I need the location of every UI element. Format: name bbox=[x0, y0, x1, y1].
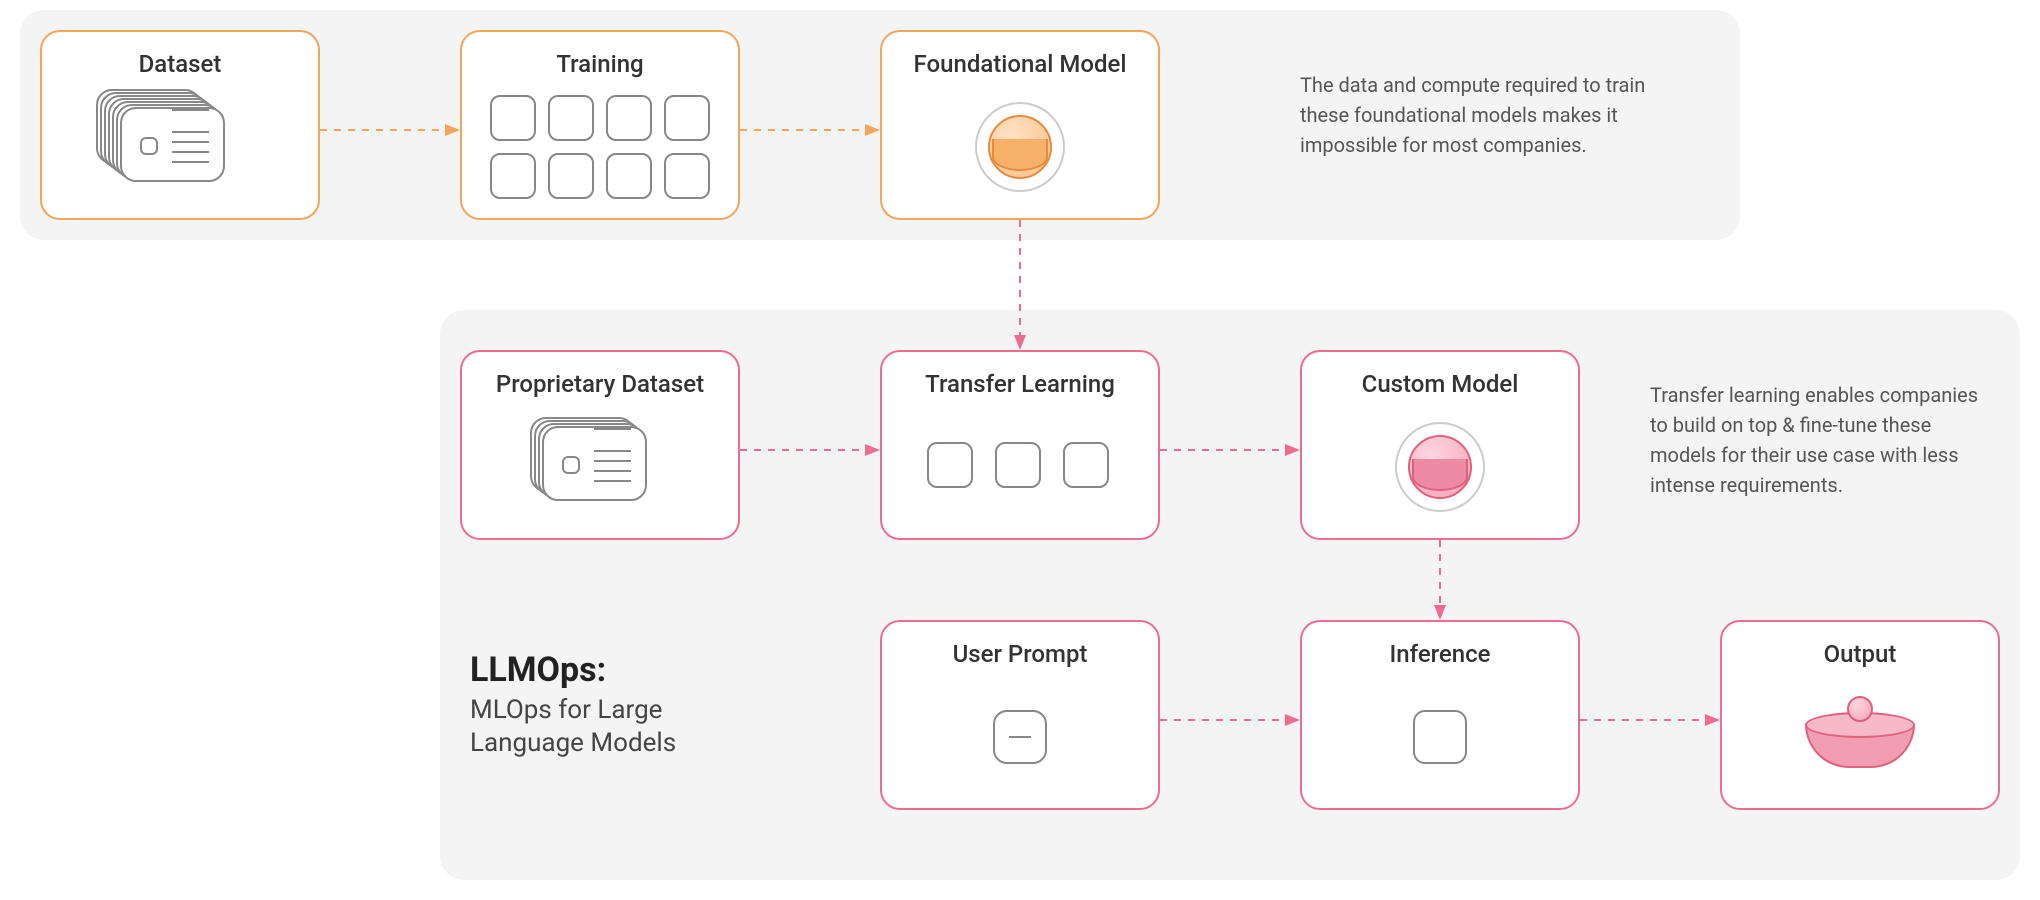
card-custom-model: Custom Model bbox=[1300, 350, 1580, 540]
card-output: Output bbox=[1720, 620, 2000, 810]
transfer-learning-icon bbox=[882, 412, 1158, 522]
arrow-training-foundational bbox=[740, 120, 880, 140]
card-dataset: Dataset bbox=[40, 30, 320, 220]
caption-mid: Transfer learning enables companies to b… bbox=[1650, 380, 2000, 500]
card-title-dataset: Dataset bbox=[42, 50, 318, 78]
card-title-transfer: Transfer Learning bbox=[882, 370, 1158, 398]
card-title-inference: Inference bbox=[1302, 640, 1578, 668]
card-title-prompt: User Prompt bbox=[882, 640, 1158, 668]
llmops-heading: LLMOps: bbox=[470, 650, 770, 690]
card-foundational-model: Foundational Model bbox=[880, 30, 1160, 220]
user-prompt-icon bbox=[882, 682, 1158, 792]
arrow-foundational-transfer bbox=[1010, 220, 1030, 350]
card-training: Training bbox=[460, 30, 740, 220]
card-title-output: Output bbox=[1722, 640, 1998, 668]
arrow-transfer-custom bbox=[1160, 440, 1300, 460]
foundational-model-icon bbox=[882, 92, 1158, 202]
arrow-proprietary-transfer bbox=[740, 440, 880, 460]
card-inference: Inference bbox=[1300, 620, 1580, 810]
proprietary-dataset-icon bbox=[462, 412, 738, 522]
dataset-icon bbox=[42, 92, 318, 202]
inference-icon bbox=[1302, 682, 1578, 792]
arrow-custom-inference bbox=[1430, 540, 1450, 620]
custom-model-icon bbox=[1302, 412, 1578, 522]
arrow-prompt-inference bbox=[1160, 710, 1300, 730]
card-transfer-learning: Transfer Learning bbox=[880, 350, 1160, 540]
card-proprietary-dataset: Proprietary Dataset bbox=[460, 350, 740, 540]
card-title-foundational: Foundational Model bbox=[882, 50, 1158, 78]
card-title-custom: Custom Model bbox=[1302, 370, 1578, 398]
card-user-prompt: User Prompt bbox=[880, 620, 1160, 810]
training-icon bbox=[462, 92, 738, 202]
arrow-inference-output bbox=[1580, 710, 1720, 730]
llmops-title-block: LLMOps: MLOps for Large Language Models bbox=[470, 650, 770, 759]
card-title-training: Training bbox=[462, 50, 738, 78]
output-icon bbox=[1722, 682, 1998, 792]
caption-top: The data and compute required to train t… bbox=[1300, 70, 1650, 160]
card-title-proprietary: Proprietary Dataset bbox=[462, 370, 738, 398]
llmops-sub: MLOps for Large Language Models bbox=[470, 694, 770, 759]
arrow-dataset-training bbox=[320, 120, 460, 140]
